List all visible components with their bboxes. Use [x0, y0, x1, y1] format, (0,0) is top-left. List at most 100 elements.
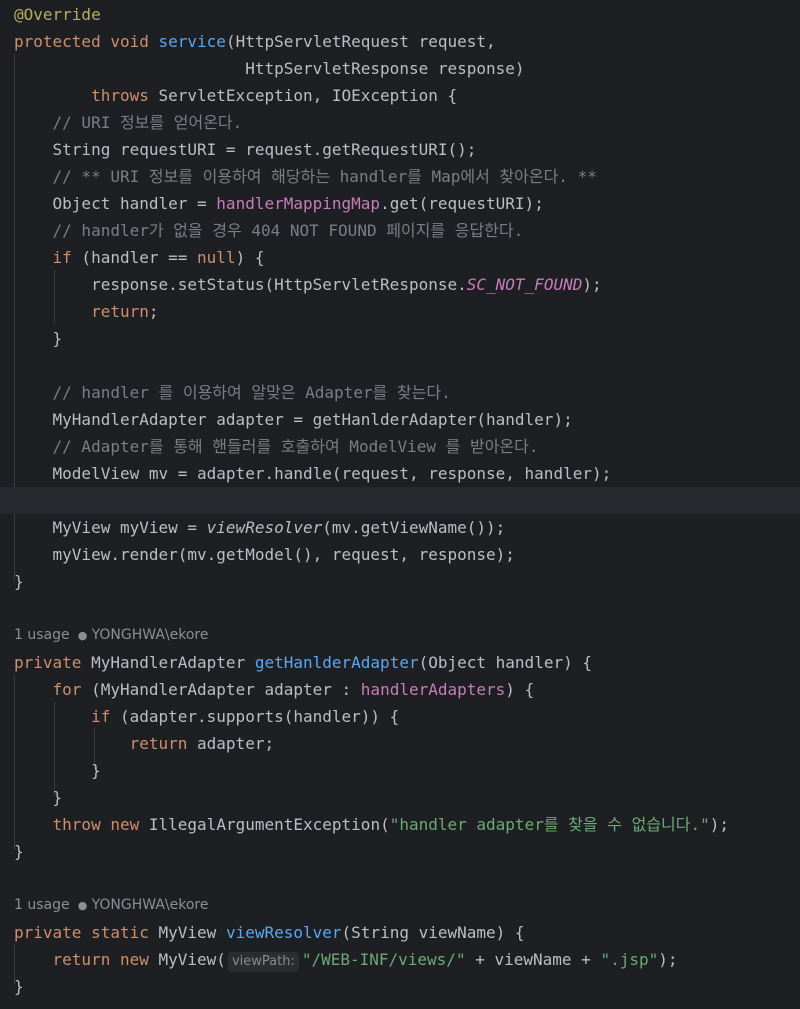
throws-keyword: throws — [91, 86, 149, 105]
code-line[interactable]: } — [0, 325, 800, 352]
modifier-keyword: protected void — [14, 32, 159, 51]
code-vision-hint[interactable]: 1 usage ● YONGHWA\ekore — [14, 892, 208, 919]
params: (String viewName) { — [341, 923, 525, 942]
author-name[interactable]: YONGHWA\ekore — [92, 627, 209, 643]
code-line[interactable]: // Adapter를 통해 핸들러를 호출하여 ModelView 를 받아온… — [0, 433, 800, 460]
code-line[interactable]: return adapter; — [0, 730, 800, 757]
statement: ModelView mv = adapter.handle(request, r… — [52, 464, 612, 483]
code-line[interactable]: ModelView mv = adapter.handle(request, r… — [0, 460, 800, 487]
private-keyword: private — [14, 923, 82, 942]
current-line-highlight[interactable] — [0, 487, 800, 514]
comment: // Adapter를 통해 핸들러를 호출하여 ModelView 를 받아온… — [52, 437, 539, 456]
statement: MyView myView = — [52, 518, 207, 537]
code-line[interactable]: return new MyView(viewPath: "/WEB-INF/vie… — [0, 946, 800, 973]
constant-ref: SC_NOT_FOUND — [466, 275, 583, 294]
statement: ); — [658, 950, 678, 969]
code-line[interactable]: if (handler == null) { — [0, 244, 800, 271]
code-line[interactable]: // URI 정보를 얻어온다. — [0, 109, 800, 136]
code-line[interactable]: MyView myView = viewResolver(mv.getViewN… — [0, 514, 800, 541]
code-line[interactable]: protected void service(HttpServletReques… — [0, 28, 800, 55]
close-brace: } — [52, 788, 63, 807]
code-line[interactable]: HttpServletResponse response) — [0, 55, 800, 82]
code-line[interactable]: private static MyView viewResolver(Strin… — [0, 919, 800, 946]
author-name[interactable]: YONGHWA\ekore — [92, 897, 209, 913]
statement: ); — [582, 275, 602, 294]
code-line[interactable]: private MyHandlerAdapter getHanlderAdapt… — [0, 649, 800, 676]
for-keyword: for — [52, 680, 82, 699]
string-literal: "handler adapter를 찾을 수 없습니다." — [389, 815, 710, 834]
throw-keyword: throw — [52, 815, 101, 834]
return-type: MyHandlerAdapter — [81, 653, 255, 672]
statement: ) { — [505, 680, 535, 699]
statement: MyHandlerAdapter adapter = getHanlderAda… — [52, 410, 573, 429]
statement: MyView( — [148, 950, 226, 969]
if-keyword: if — [91, 707, 111, 726]
if-keyword: if — [52, 248, 72, 267]
parameter-hint: viewPath: — [227, 952, 299, 972]
close-brace: } — [14, 842, 24, 861]
comment: // handler 를 이용하여 알맞은 Adapter를 찾는다. — [52, 383, 451, 402]
close-brace: } — [52, 329, 63, 348]
statement: ) { — [235, 248, 265, 267]
usage-count[interactable]: 1 usage — [14, 897, 70, 913]
code-line[interactable]: myView.render(mv.getModel(), request, re… — [0, 541, 800, 568]
statement: + viewName + — [465, 950, 601, 969]
statement: (mv.getViewName()); — [322, 518, 506, 537]
code-vision-hint[interactable]: 1 usage ● YONGHWA\ekore — [14, 622, 208, 649]
method-name: viewResolver — [225, 923, 342, 942]
code-line[interactable]: throws ServletException, IOException { — [0, 82, 800, 109]
code-line[interactable]: } — [0, 568, 800, 595]
code-line[interactable]: for (MyHandlerAdapter adapter : handlerA… — [0, 676, 800, 703]
return-keyword: return — [52, 950, 111, 969]
comment: // ** URI 정보를 이용하여 해당하는 handler를 Map에서 찾… — [52, 167, 597, 186]
string-literal: "/WEB-INF/views/" — [301, 950, 466, 969]
params: (Object handler) { — [418, 653, 592, 672]
code-line[interactable]: String requestURI = request.getRequestUR… — [0, 136, 800, 163]
code-line[interactable]: @Override — [0, 1, 800, 28]
throws-types: ServletException, IOException { — [148, 86, 458, 105]
field-ref: handlerMappingMap — [216, 194, 381, 213]
statement: Object handler = — [52, 194, 217, 213]
code-line[interactable]: } — [0, 838, 800, 865]
code-line[interactable]: MyHandlerAdapter adapter = getHanlderAda… — [0, 406, 800, 433]
statement: ; — [148, 302, 159, 321]
code-line[interactable]: } — [0, 973, 800, 1000]
null-keyword: null — [197, 248, 236, 267]
comment: // handler가 없을 경우 404 NOT FOUND 페이지를 응답한… — [52, 221, 524, 240]
person-icon: ● — [77, 629, 88, 642]
close-brace: } — [14, 572, 24, 591]
return-type: MyView — [148, 923, 226, 942]
new-keyword: new — [119, 950, 149, 969]
code-line[interactable]: Object handler = handlerMappingMap.get(r… — [0, 190, 800, 217]
params: (HttpServletRequest request, — [225, 32, 496, 51]
comment: // URI 정보를 얻어온다. — [52, 113, 243, 132]
close-brace: } — [14, 977, 24, 996]
code-line[interactable]: throw new IllegalArgumentException("hand… — [0, 811, 800, 838]
code-line[interactable]: // handler 를 이용하여 알맞은 Adapter를 찾는다. — [0, 379, 800, 406]
private-keyword: private — [14, 653, 82, 672]
static-keyword: static — [91, 923, 149, 942]
params: HttpServletResponse response) — [245, 59, 525, 78]
method-name: getHanlderAdapter — [254, 653, 419, 672]
code-line[interactable]: // ** URI 정보를 이용하여 해당하는 handler를 Map에서 찾… — [0, 163, 800, 190]
string-literal: ".jsp" — [600, 950, 659, 969]
statement: (MyHandlerAdapter adapter : — [81, 680, 361, 699]
static-call: viewResolver — [206, 518, 323, 537]
code-line[interactable]: // handler가 없을 경우 404 NOT FOUND 페이지를 응답한… — [0, 217, 800, 244]
code-line[interactable]: response.setStatus(HttpServletResponse.S… — [0, 271, 800, 298]
usage-count[interactable]: 1 usage — [14, 627, 70, 643]
code-line[interactable]: } — [0, 757, 800, 784]
field-ref: handlerAdapters — [360, 680, 506, 699]
statement: IllegalArgumentException( — [139, 815, 390, 834]
code-line[interactable]: } — [0, 784, 800, 811]
code-line[interactable]: if (adapter.supports(handler)) { — [0, 703, 800, 730]
code-editor[interactable]: @Override protected void service(HttpSer… — [0, 0, 800, 1009]
code-line[interactable]: return; — [0, 298, 800, 325]
return-keyword: return — [129, 734, 188, 753]
statement: adapter; — [187, 734, 275, 753]
statement: (adapter.supports(handler)) { — [110, 707, 400, 726]
statement: String requestURI = request.getRequestUR… — [52, 140, 477, 159]
statement: (handler == — [71, 248, 198, 267]
method-name: service — [158, 32, 226, 51]
statement: .get(requestURI); — [380, 194, 544, 213]
